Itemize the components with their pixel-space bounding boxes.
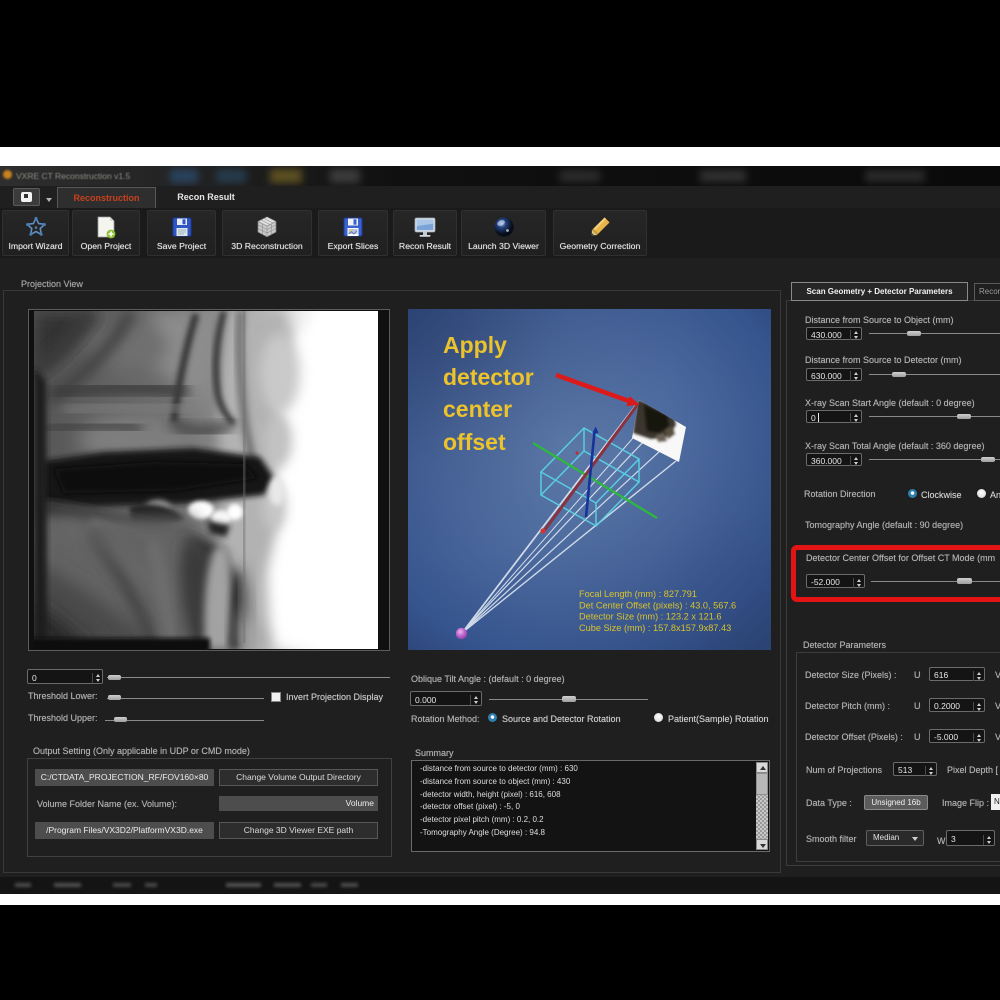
- svg-text:Apply: Apply: [443, 332, 507, 358]
- svg-text:Detector Size (mm) : 123.2 x 1: Detector Size (mm) : 123.2 x 121.6: [579, 612, 721, 622]
- svg-text:offset: offset: [443, 429, 506, 455]
- svg-text:Focal Length (mm) : 827.791: Focal Length (mm) : 827.791: [579, 589, 697, 599]
- svg-text:detector: detector: [443, 364, 534, 390]
- svg-text:center: center: [443, 396, 512, 422]
- svg-text:Cube Size (mm) : 157.8x157.9x8: Cube Size (mm) : 157.8x157.9x87.43: [579, 623, 731, 633]
- svg-text:Det Center Offset (pixels) : 4: Det Center Offset (pixels) : 43.0, 567.6: [579, 600, 736, 610]
